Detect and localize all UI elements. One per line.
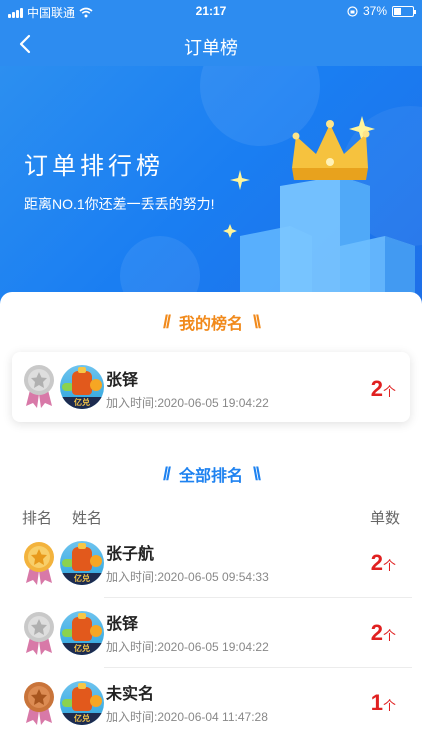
table-row[interactable]: 亿兑 张铎 加入时间:2020-06-05 19:04:22 2个 — [0, 598, 422, 668]
gold-medal-icon — [24, 542, 54, 585]
order-count-unit: 个 — [382, 384, 396, 399]
joined-time: 加入时间:2020-06-05 19:04:22 — [106, 640, 269, 654]
joined-time: 加入时间:2020-06-05 09:54:33 — [106, 570, 269, 584]
order-count: 2个 — [371, 620, 396, 646]
user-name: 未实名 — [106, 686, 155, 703]
avatar-coin — [90, 379, 102, 391]
heading-decor-left: // — [162, 311, 171, 332]
my-rank-heading: // 我的榜名 \\ — [0, 310, 422, 334]
avatar-coin — [90, 695, 102, 707]
order-count: 2个 — [371, 550, 396, 576]
avatar-brand: 亿兑 — [60, 397, 104, 409]
column-header-name: 姓名 — [72, 510, 103, 527]
hero-subtitle: 距离NO.1你还差一丢丢的努力! — [24, 196, 215, 212]
silver-medal-icon — [24, 365, 54, 408]
order-count-value: 2 — [370, 550, 383, 575]
joined-time: 加入时间:2020-06-05 19:04:22 — [106, 396, 269, 410]
heading-decor-right: \\ — [253, 311, 261, 332]
table-header: 排名 姓名 单数 — [0, 507, 422, 527]
all-rank-title: 全部排名 — [178, 468, 243, 485]
order-count: 1个 — [371, 690, 396, 716]
hero-title: 订单排行榜 — [24, 153, 164, 180]
avatar-jar — [72, 367, 92, 395]
avatar: 亿兑 — [60, 681, 104, 725]
silver-medal-icon — [24, 612, 54, 655]
avatar-coin — [90, 625, 102, 637]
content-card: // 我的榜名 \\ 亿兑 张铎 加入时间:2020-06-05 19:04:2… — [0, 292, 422, 750]
avatar-jar — [72, 613, 92, 641]
avatar: 亿兑 — [60, 611, 104, 655]
bronze-medal-icon — [24, 682, 54, 725]
my-rank-card[interactable]: 亿兑 张铎 加入时间:2020-06-05 19:04:22 2个 — [12, 352, 410, 422]
avatar-brand: 亿兑 — [60, 573, 104, 585]
column-header-rank: 排名 — [22, 510, 53, 527]
rotation-lock-icon — [347, 5, 358, 17]
page-title: 订单榜 — [184, 38, 238, 58]
column-header-count: 单数 — [369, 510, 400, 527]
heading-decor-right: \\ — [253, 463, 261, 484]
order-count-unit: 个 — [382, 698, 396, 713]
avatar-brand: 亿兑 — [60, 713, 104, 725]
crown-podium-illustration — [223, 116, 415, 306]
battery-icon — [392, 5, 416, 17]
user-name: 张子航 — [106, 546, 155, 563]
user-name: 张铎 — [106, 616, 139, 633]
hero-banner: 订单排行榜 距离NO.1你还差一丢丢的努力! — [0, 66, 422, 306]
avatar-jar — [72, 543, 92, 571]
user-name: 张铎 — [106, 372, 139, 389]
order-count-unit: 个 — [382, 558, 396, 573]
order-count-value: 1 — [370, 690, 383, 715]
battery-percent: 37% — [362, 4, 387, 18]
nav-bar: 订单榜 — [0, 22, 422, 66]
avatar-coin — [90, 555, 102, 567]
avatar: 亿兑 — [60, 365, 104, 409]
avatar-brand: 亿兑 — [60, 643, 104, 655]
order-count-value: 2 — [370, 376, 383, 401]
table-row[interactable]: 亿兑 张子航 加入时间:2020-06-05 09:54:33 2个 — [0, 528, 422, 598]
status-right: 37% — [347, 4, 416, 18]
heading-decor-left: // — [162, 463, 171, 484]
my-rank-title: 我的榜名 — [178, 316, 243, 333]
avatar-jar — [72, 683, 92, 711]
joined-time: 加入时间:2020-06-04 11:47:28 — [106, 710, 268, 724]
order-count-unit: 个 — [382, 628, 396, 643]
all-rank-heading: // 全部排名 \\ — [0, 462, 422, 486]
order-count-value: 2 — [370, 620, 383, 645]
order-count: 2个 — [371, 376, 396, 402]
avatar: 亿兑 — [60, 541, 104, 585]
table-row[interactable]: 亿兑 未实名 加入时间:2020-06-04 11:47:28 1个 — [0, 668, 422, 738]
status-bar: 中国联通 21:17 37% — [0, 0, 422, 22]
